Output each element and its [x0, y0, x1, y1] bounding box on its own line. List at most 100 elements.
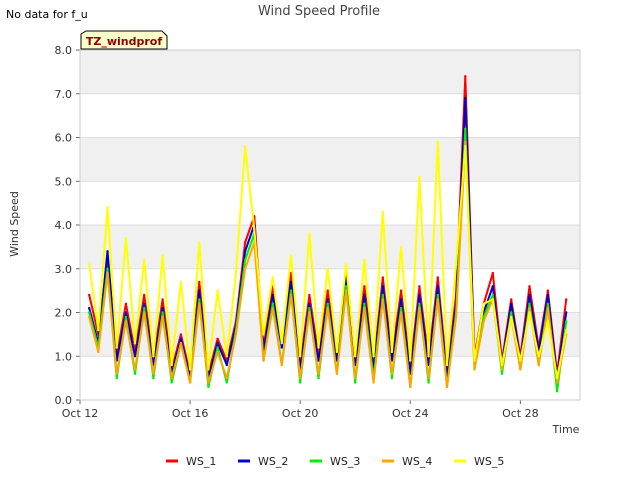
y-axis-label: Wind Speed: [8, 191, 21, 257]
legend-label: WS_5: [474, 455, 504, 468]
data-point: [528, 306, 531, 310]
data-point: [124, 236, 128, 240]
data-point: [354, 355, 357, 358]
data-point: [133, 341, 137, 345]
data-point: [170, 376, 173, 380]
data-point: [225, 355, 228, 358]
data-point: [390, 372, 394, 375]
y-tick-label: 5.0: [55, 175, 73, 188]
data-point: [427, 376, 430, 380]
x-tick-label: Oct 20: [282, 407, 319, 420]
data-point: [381, 298, 384, 301]
data-point: [143, 258, 146, 262]
data-point: [280, 346, 283, 349]
data-point: [445, 363, 449, 367]
data-point: [225, 376, 228, 380]
data-point: [88, 306, 91, 310]
data-point: [381, 276, 384, 279]
data-point: [344, 285, 348, 288]
data-point: [179, 341, 183, 345]
data-point: [546, 306, 550, 310]
data-point: [528, 285, 531, 288]
data-point: [106, 206, 109, 209]
legend-item-WS_2: WS_2: [238, 455, 288, 468]
data-point: [555, 381, 559, 384]
data-point: [198, 298, 201, 301]
data-point: [546, 302, 550, 305]
y-tick-label: 8.0: [55, 44, 73, 57]
data-point: [152, 372, 155, 375]
data-point: [243, 145, 247, 148]
data-point: [464, 145, 467, 148]
data-point: [500, 368, 504, 371]
data-point: [289, 280, 293, 284]
data-point: [143, 306, 146, 310]
y-tick-label: 7.0: [55, 88, 73, 101]
legend: WS_1 WS_2 WS_3 WS_4 WS_5: [166, 455, 504, 468]
data-point: [326, 289, 329, 292]
data-point: [262, 359, 265, 362]
data-point: [234, 271, 238, 275]
data-point: [473, 359, 476, 362]
data-point: [88, 263, 91, 266]
data-point: [143, 302, 146, 305]
data-point: [344, 263, 348, 266]
data-point: [299, 376, 302, 380]
data-point: [528, 311, 531, 314]
data-point: [308, 306, 311, 310]
y-tick-label: 6.0: [55, 132, 73, 145]
data-point: [299, 355, 302, 358]
data-point: [216, 289, 219, 292]
data-point: [546, 320, 550, 323]
data-point: [519, 359, 522, 362]
data-point: [464, 96, 467, 100]
data-point: [170, 363, 173, 367]
data-point: [161, 306, 164, 310]
data-point: [390, 350, 394, 354]
data-point: [344, 289, 348, 292]
data-point: [418, 302, 421, 305]
data-point: [317, 346, 320, 349]
data-point: [454, 263, 458, 266]
data-point: [216, 341, 219, 345]
data-point: [317, 376, 320, 380]
data-point: [491, 285, 494, 288]
data-point: [188, 368, 192, 371]
data-point: [253, 228, 256, 231]
data-point: [335, 350, 339, 354]
data-point: [88, 311, 91, 314]
data-point: [133, 368, 137, 371]
data-point: [243, 267, 247, 270]
data-point: [106, 267, 109, 270]
data-point: [198, 280, 201, 284]
plot-band: [80, 50, 580, 94]
legend-label: WS_3: [330, 455, 360, 468]
site-tag-label: TZ_windprof: [86, 35, 162, 48]
data-point: [198, 302, 201, 305]
y-tick-label: 1.0: [55, 350, 73, 363]
data-point: [565, 320, 568, 323]
data-point: [124, 315, 128, 319]
data-point: [464, 127, 467, 130]
data-point: [418, 306, 421, 310]
data-point: [161, 315, 164, 319]
plot-band: [80, 137, 580, 182]
data-point: [491, 293, 494, 297]
data-point: [519, 368, 522, 371]
data-point: [216, 337, 219, 340]
data-point: [124, 302, 128, 305]
data-point: [308, 293, 311, 297]
data-point: [565, 298, 568, 301]
data-point: [289, 289, 293, 292]
data-point: [124, 311, 128, 314]
data-point: [354, 376, 357, 380]
legend-item-WS_4: WS_4: [382, 455, 432, 468]
data-point: [161, 311, 164, 314]
data-point: [363, 306, 366, 310]
data-point: [546, 289, 550, 292]
data-point: [216, 346, 219, 349]
data-point: [418, 175, 421, 179]
data-point: [464, 140, 467, 144]
data-point: [207, 381, 210, 384]
data-point: [179, 333, 183, 336]
